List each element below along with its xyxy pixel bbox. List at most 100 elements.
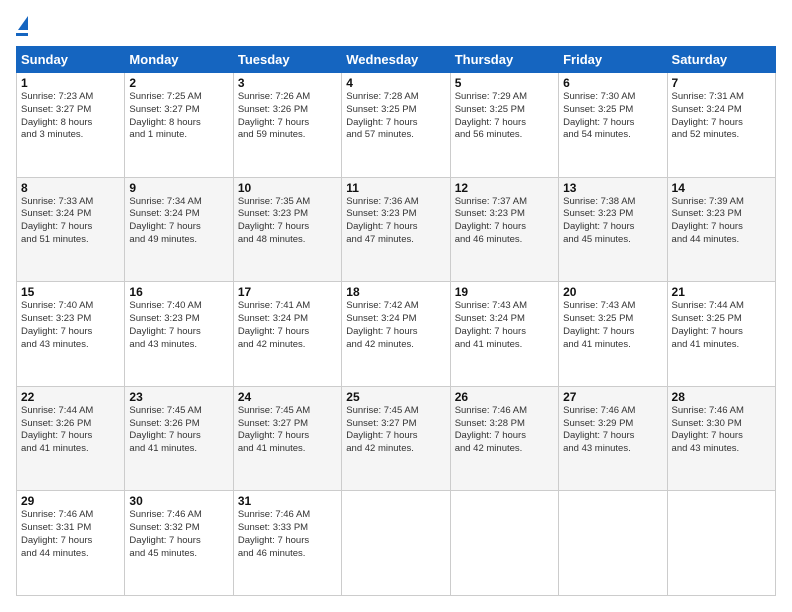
day-number: 5	[455, 76, 554, 90]
calendar-cell: 14Sunrise: 7:39 AMSunset: 3:23 PMDayligh…	[667, 177, 775, 282]
calendar-cell: 1Sunrise: 7:23 AMSunset: 3:27 PMDaylight…	[17, 73, 125, 178]
calendar-week-row: 1Sunrise: 7:23 AMSunset: 3:27 PMDaylight…	[17, 73, 776, 178]
calendar-cell: 31Sunrise: 7:46 AMSunset: 3:33 PMDayligh…	[233, 491, 341, 596]
calendar-cell: 18Sunrise: 7:42 AMSunset: 3:24 PMDayligh…	[342, 282, 450, 387]
calendar-cell: 2Sunrise: 7:25 AMSunset: 3:27 PMDaylight…	[125, 73, 233, 178]
day-number: 15	[21, 285, 120, 299]
calendar-cell: 25Sunrise: 7:45 AMSunset: 3:27 PMDayligh…	[342, 386, 450, 491]
calendar-cell: 4Sunrise: 7:28 AMSunset: 3:25 PMDaylight…	[342, 73, 450, 178]
day-number: 8	[21, 181, 120, 195]
day-info: Sunrise: 7:39 AMSunset: 3:23 PMDaylight:…	[672, 196, 771, 247]
day-number: 19	[455, 285, 554, 299]
day-number: 31	[238, 494, 337, 508]
day-number: 14	[672, 181, 771, 195]
day-number: 3	[238, 76, 337, 90]
day-info: Sunrise: 7:40 AMSunset: 3:23 PMDaylight:…	[21, 300, 120, 351]
day-header-sunday: Sunday	[17, 47, 125, 73]
calendar-cell: 21Sunrise: 7:44 AMSunset: 3:25 PMDayligh…	[667, 282, 775, 387]
calendar-week-row: 29Sunrise: 7:46 AMSunset: 3:31 PMDayligh…	[17, 491, 776, 596]
day-info: Sunrise: 7:36 AMSunset: 3:23 PMDaylight:…	[346, 196, 445, 247]
calendar-header-row: SundayMondayTuesdayWednesdayThursdayFrid…	[17, 47, 776, 73]
calendar-cell	[667, 491, 775, 596]
day-number: 9	[129, 181, 228, 195]
calendar-cell	[450, 491, 558, 596]
calendar-cell: 23Sunrise: 7:45 AMSunset: 3:26 PMDayligh…	[125, 386, 233, 491]
day-info: Sunrise: 7:33 AMSunset: 3:24 PMDaylight:…	[21, 196, 120, 247]
calendar-cell: 12Sunrise: 7:37 AMSunset: 3:23 PMDayligh…	[450, 177, 558, 282]
calendar-cell: 13Sunrise: 7:38 AMSunset: 3:23 PMDayligh…	[559, 177, 667, 282]
day-number: 22	[21, 390, 120, 404]
day-info: Sunrise: 7:26 AMSunset: 3:26 PMDaylight:…	[238, 91, 337, 142]
day-info: Sunrise: 7:40 AMSunset: 3:23 PMDaylight:…	[129, 300, 228, 351]
calendar-cell: 6Sunrise: 7:30 AMSunset: 3:25 PMDaylight…	[559, 73, 667, 178]
day-info: Sunrise: 7:28 AMSunset: 3:25 PMDaylight:…	[346, 91, 445, 142]
day-number: 28	[672, 390, 771, 404]
day-info: Sunrise: 7:30 AMSunset: 3:25 PMDaylight:…	[563, 91, 662, 142]
day-number: 7	[672, 76, 771, 90]
calendar-cell	[342, 491, 450, 596]
day-info: Sunrise: 7:45 AMSunset: 3:27 PMDaylight:…	[238, 405, 337, 456]
day-number: 4	[346, 76, 445, 90]
day-number: 17	[238, 285, 337, 299]
calendar-cell: 28Sunrise: 7:46 AMSunset: 3:30 PMDayligh…	[667, 386, 775, 491]
calendar-cell: 24Sunrise: 7:45 AMSunset: 3:27 PMDayligh…	[233, 386, 341, 491]
day-number: 23	[129, 390, 228, 404]
calendar-week-row: 22Sunrise: 7:44 AMSunset: 3:26 PMDayligh…	[17, 386, 776, 491]
day-header-wednesday: Wednesday	[342, 47, 450, 73]
calendar-cell: 20Sunrise: 7:43 AMSunset: 3:25 PMDayligh…	[559, 282, 667, 387]
day-info: Sunrise: 7:23 AMSunset: 3:27 PMDaylight:…	[21, 91, 120, 142]
calendar-cell: 9Sunrise: 7:34 AMSunset: 3:24 PMDaylight…	[125, 177, 233, 282]
logo-arrow-icon	[18, 16, 28, 30]
day-number: 13	[563, 181, 662, 195]
day-info: Sunrise: 7:46 AMSunset: 3:30 PMDaylight:…	[672, 405, 771, 456]
day-info: Sunrise: 7:46 AMSunset: 3:33 PMDaylight:…	[238, 509, 337, 560]
calendar-cell: 3Sunrise: 7:26 AMSunset: 3:26 PMDaylight…	[233, 73, 341, 178]
calendar-cell: 26Sunrise: 7:46 AMSunset: 3:28 PMDayligh…	[450, 386, 558, 491]
day-header-friday: Friday	[559, 47, 667, 73]
calendar-cell: 30Sunrise: 7:46 AMSunset: 3:32 PMDayligh…	[125, 491, 233, 596]
calendar-cell: 27Sunrise: 7:46 AMSunset: 3:29 PMDayligh…	[559, 386, 667, 491]
day-number: 30	[129, 494, 228, 508]
day-info: Sunrise: 7:34 AMSunset: 3:24 PMDaylight:…	[129, 196, 228, 247]
calendar-cell: 22Sunrise: 7:44 AMSunset: 3:26 PMDayligh…	[17, 386, 125, 491]
logo	[16, 16, 28, 36]
calendar-cell: 5Sunrise: 7:29 AMSunset: 3:25 PMDaylight…	[450, 73, 558, 178]
calendar-cell: 10Sunrise: 7:35 AMSunset: 3:23 PMDayligh…	[233, 177, 341, 282]
day-number: 29	[21, 494, 120, 508]
day-info: Sunrise: 7:46 AMSunset: 3:29 PMDaylight:…	[563, 405, 662, 456]
day-info: Sunrise: 7:46 AMSunset: 3:31 PMDaylight:…	[21, 509, 120, 560]
day-number: 26	[455, 390, 554, 404]
day-number: 1	[21, 76, 120, 90]
day-header-monday: Monday	[125, 47, 233, 73]
calendar-week-row: 15Sunrise: 7:40 AMSunset: 3:23 PMDayligh…	[17, 282, 776, 387]
calendar-cell: 15Sunrise: 7:40 AMSunset: 3:23 PMDayligh…	[17, 282, 125, 387]
day-info: Sunrise: 7:45 AMSunset: 3:26 PMDaylight:…	[129, 405, 228, 456]
day-number: 2	[129, 76, 228, 90]
calendar-cell: 7Sunrise: 7:31 AMSunset: 3:24 PMDaylight…	[667, 73, 775, 178]
day-number: 25	[346, 390, 445, 404]
day-number: 11	[346, 181, 445, 195]
calendar-cell	[559, 491, 667, 596]
day-info: Sunrise: 7:41 AMSunset: 3:24 PMDaylight:…	[238, 300, 337, 351]
calendar-cell: 19Sunrise: 7:43 AMSunset: 3:24 PMDayligh…	[450, 282, 558, 387]
calendar-week-row: 8Sunrise: 7:33 AMSunset: 3:24 PMDaylight…	[17, 177, 776, 282]
day-number: 27	[563, 390, 662, 404]
day-info: Sunrise: 7:25 AMSunset: 3:27 PMDaylight:…	[129, 91, 228, 142]
day-info: Sunrise: 7:35 AMSunset: 3:23 PMDaylight:…	[238, 196, 337, 247]
logo-underline	[16, 33, 28, 36]
day-info: Sunrise: 7:44 AMSunset: 3:25 PMDaylight:…	[672, 300, 771, 351]
day-header-tuesday: Tuesday	[233, 47, 341, 73]
calendar-cell: 29Sunrise: 7:46 AMSunset: 3:31 PMDayligh…	[17, 491, 125, 596]
page-header	[16, 16, 776, 36]
calendar-cell: 17Sunrise: 7:41 AMSunset: 3:24 PMDayligh…	[233, 282, 341, 387]
day-header-thursday: Thursday	[450, 47, 558, 73]
day-number: 12	[455, 181, 554, 195]
day-number: 10	[238, 181, 337, 195]
day-header-saturday: Saturday	[667, 47, 775, 73]
calendar-body: 1Sunrise: 7:23 AMSunset: 3:27 PMDaylight…	[17, 73, 776, 596]
calendar-table: SundayMondayTuesdayWednesdayThursdayFrid…	[16, 46, 776, 596]
day-info: Sunrise: 7:37 AMSunset: 3:23 PMDaylight:…	[455, 196, 554, 247]
day-info: Sunrise: 7:44 AMSunset: 3:26 PMDaylight:…	[21, 405, 120, 456]
day-info: Sunrise: 7:31 AMSunset: 3:24 PMDaylight:…	[672, 91, 771, 142]
day-number: 21	[672, 285, 771, 299]
